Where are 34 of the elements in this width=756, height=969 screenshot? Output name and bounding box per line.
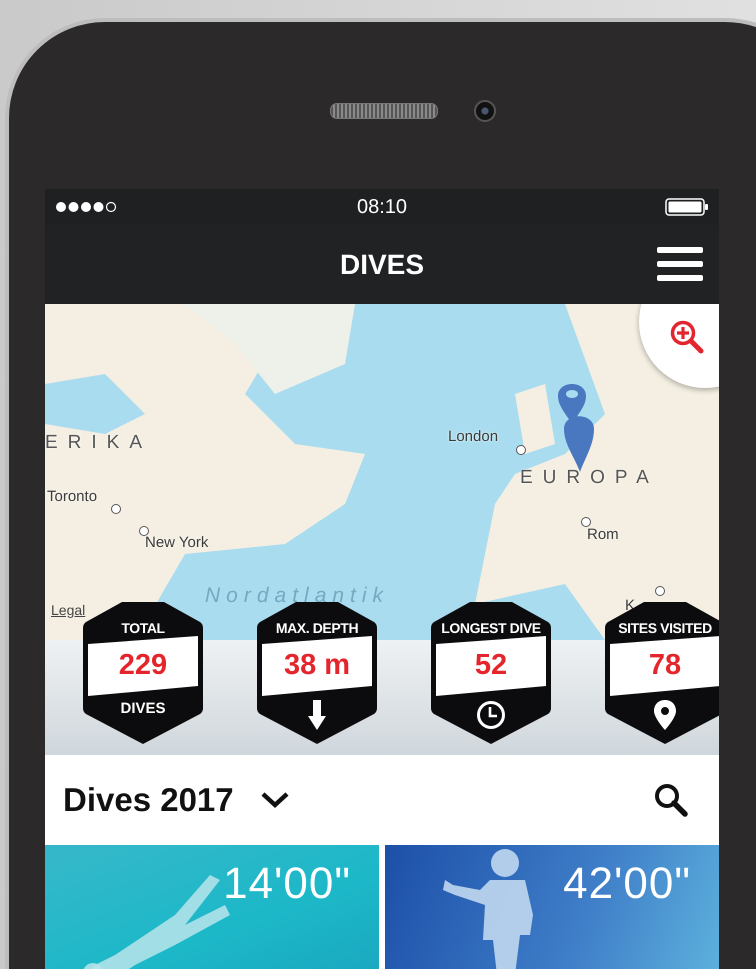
search-button[interactable] bbox=[653, 782, 689, 818]
stat-value: 229 bbox=[118, 649, 168, 682]
stat-value: 52 bbox=[474, 649, 508, 682]
zoom-in-icon bbox=[669, 319, 705, 355]
city-label: New York bbox=[145, 534, 208, 551]
stat-value: 38 m bbox=[284, 649, 350, 682]
dive-duration: 14'00" bbox=[223, 859, 351, 909]
region-label: EUROPA bbox=[520, 467, 659, 489]
screen-title: DIVES bbox=[340, 248, 424, 280]
clock-icon bbox=[476, 700, 506, 730]
stat-value: 78 bbox=[648, 649, 682, 682]
signal-icon bbox=[55, 201, 117, 213]
chevron-down-icon bbox=[260, 790, 290, 810]
dive-card[interactable]: 42'00" bbox=[385, 845, 719, 969]
arrow-down-icon bbox=[308, 700, 326, 730]
legal-link[interactable]: Legal bbox=[51, 602, 86, 618]
battery-icon bbox=[665, 198, 709, 216]
camera-lens bbox=[474, 100, 496, 122]
dive-duration: 42'00" bbox=[563, 859, 691, 909]
stat-title: MAX. DEPTH bbox=[276, 620, 358, 636]
city-dot-icon bbox=[516, 445, 526, 455]
stat-caption: DIVES bbox=[120, 700, 166, 717]
stat-title: LONGEST DIVE bbox=[441, 620, 541, 636]
stat-title: TOTAL bbox=[121, 620, 165, 636]
city-label: Toronto bbox=[47, 488, 98, 505]
location-pin-icon bbox=[654, 700, 676, 730]
stat-title: SITES VISITED bbox=[618, 620, 712, 636]
city-label: Rom bbox=[587, 526, 619, 543]
menu-icon[interactable] bbox=[657, 247, 703, 281]
region-label: ERIKA bbox=[45, 432, 152, 454]
status-time: 08:10 bbox=[356, 196, 408, 218]
city-label: London bbox=[448, 428, 498, 445]
search-icon bbox=[653, 782, 689, 818]
year-dropdown[interactable]: Dives 2017 bbox=[63, 781, 290, 819]
